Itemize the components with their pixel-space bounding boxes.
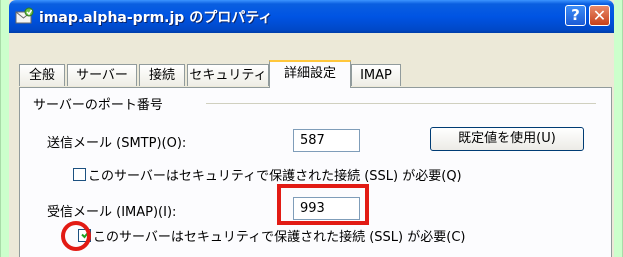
- smtp-ssl-label: このサーバーはセキュリティで保護された接続 (SSL) が必要(Q): [88, 169, 462, 184]
- help-button[interactable]: ?: [565, 5, 586, 26]
- close-button[interactable]: ✕: [589, 5, 610, 26]
- use-defaults-button[interactable]: 既定値を使用(U): [430, 127, 584, 151]
- tab-general[interactable]: 全般: [19, 64, 65, 86]
- tab-strip: 全般 サーバー 接続 セキュリティ 詳細設定 IMAP: [9, 60, 614, 88]
- smtp-ssl-checkbox[interactable]: [73, 168, 86, 181]
- tab-security[interactable]: セキュリティ: [187, 64, 269, 86]
- imap-port-label: 受信メール (IMAP)(I):: [47, 205, 177, 220]
- window-title: imap.alpha-prm.jp のプロパティ: [39, 10, 273, 26]
- properties-dialog: imap.alpha-prm.jp のプロパティ ? ✕ 全般 サーバー 接続 …: [9, 0, 614, 257]
- smtp-port-input[interactable]: 587: [293, 129, 360, 152]
- tab-server[interactable]: サーバー: [67, 64, 137, 86]
- tab-advanced[interactable]: 詳細設定: [269, 60, 351, 88]
- highlight-rectangle: [277, 184, 369, 225]
- group-divider: [206, 103, 596, 104]
- title-bar[interactable]: imap.alpha-prm.jp のプロパティ ? ✕: [9, 0, 614, 33]
- mail-account-icon: [15, 7, 34, 24]
- highlight-circle: [61, 221, 91, 251]
- tab-connection[interactable]: 接続: [139, 64, 185, 86]
- tab-imap[interactable]: IMAP: [351, 64, 401, 86]
- server-ports-group-label: サーバーのポート番号: [33, 94, 167, 113]
- smtp-port-label: 送信メール (SMTP)(O):: [47, 136, 187, 151]
- imap-ssl-label: このサーバーはセキュリティで保護された接続 (SSL) が必要(C): [93, 230, 466, 245]
